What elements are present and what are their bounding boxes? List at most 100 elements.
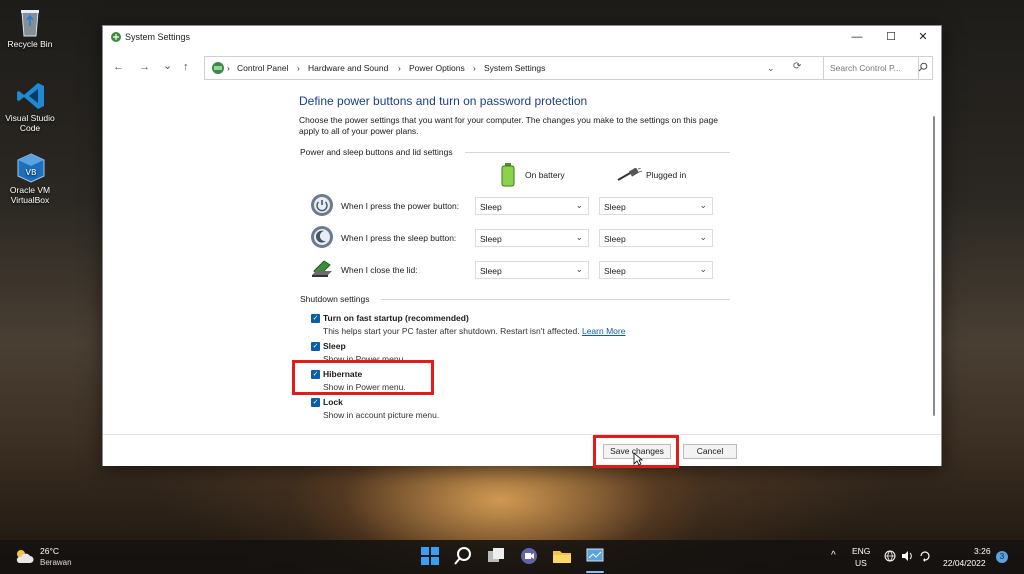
back-button[interactable]: ← [113,61,124,73]
control-panel-icon [211,61,225,77]
task-view-icon[interactable] [486,546,508,568]
sleep-button-plugged-select[interactable]: Sleep ⌄ [599,229,713,247]
weather-temperature: 26°C [40,546,59,556]
title-bar[interactable]: System Settings — ☐ ✕ [103,26,941,48]
volume-icon[interactable] [901,550,913,564]
power-button-battery-select[interactable]: Sleep ⌄ [475,197,589,215]
input-region: US [855,558,867,568]
battery-tray-icon[interactable] [918,550,932,564]
svg-text:VB: VB [26,168,37,177]
sleep-checkbox[interactable]: ✓ [311,342,320,351]
clock-date: 22/04/2022 [943,558,986,568]
input-language[interactable]: ENG [852,546,870,556]
divider [381,299,730,300]
address-dropdown-icon[interactable]: ⌄ [767,63,775,74]
recent-locations-button[interactable]: ⌄ [163,59,172,72]
chevron-down-icon: ⌄ [575,232,583,242]
close-lid-plugged-select[interactable]: Sleep ⌄ [599,261,713,279]
chevron-down-icon: ⌄ [699,264,707,274]
breadcrumb-separator: › [227,63,230,73]
vertical-scrollbar[interactable] [932,96,937,421]
scrollbar-thumb[interactable] [933,116,935,416]
search-placeholder: Search Control P... [830,63,901,73]
close-lid-battery-select[interactable]: Sleep ⌄ [475,261,589,279]
refresh-icon[interactable]: ⟳ [793,61,801,72]
select-value: Sleep [480,266,502,276]
row-label-power-button: When I press the power button: [341,201,460,211]
divider [465,152,730,153]
navigation-bar: ← → ⌄ ↑ › Control Panel › Hardware and S… [103,48,941,88]
notification-badge[interactable]: 3 [996,551,1008,563]
row-label-sleep-button: When I press the sleep button: [341,233,457,243]
address-bar[interactable]: › Control Panel › Hardware and Sound › P… [204,56,919,80]
sleep-button-battery-select[interactable]: Sleep ⌄ [475,229,589,247]
plug-icon [616,167,643,184]
row-label-close-lid: When I close the lid: [341,265,418,275]
page-title: Define power buttons and turn on passwor… [299,94,588,108]
window-title: System Settings [125,32,191,42]
search-input[interactable]: Search Control P... [823,56,933,80]
fast-startup-checkbox[interactable]: ✓ [311,314,320,323]
dialog-footer: Save changes Cancel [103,434,941,466]
desktop-icon-recycle-bin[interactable]: Recycle Bin [2,6,58,49]
forward-button[interactable]: → [139,61,150,73]
weather-icon[interactable] [14,547,34,567]
section-shutdown-settings: Shutdown settings [300,294,370,304]
select-value: Sleep [480,234,502,244]
breadcrumb-control-panel[interactable]: Control Panel [237,63,289,73]
desktop-icon-label: Oracle VM VirtualBox [9,185,51,205]
lock-checkbox[interactable]: ✓ [311,398,320,407]
desktop-icon-vscode[interactable]: Visual Studio Code [2,80,58,133]
desktop-icon-label: Recycle Bin [7,39,53,49]
breadcrumb-separator: › [297,63,300,73]
power-button-icon [310,193,334,217]
up-button[interactable]: ↑ [183,61,189,73]
select-value: Sleep [604,234,626,244]
learn-more-link[interactable]: Learn More [582,326,625,336]
power-button-plugged-select[interactable]: Sleep ⌄ [599,197,713,215]
lock-option-description: Show in account picture menu. [323,410,440,420]
select-value: Sleep [480,202,502,212]
battery-icon [501,163,515,189]
section-power-buttons: Power and sleep buttons and lid settings [300,147,453,157]
teams-chat-icon[interactable] [519,546,541,568]
content-area: Define power buttons and turn on passwor… [103,88,941,433]
start-button-icon[interactable] [420,546,442,568]
sleep-button-icon [310,225,334,249]
column-on-battery: On battery [525,170,565,180]
fast-startup-description: This helps start your PC faster after sh… [323,326,625,336]
cancel-button[interactable]: Cancel [683,444,737,459]
close-button[interactable]: ✕ [905,26,941,48]
breadcrumb-separator: › [473,63,476,73]
breadcrumb-power-options[interactable]: Power Options [409,63,465,73]
chevron-down-icon: ⌄ [575,264,583,274]
tray-overflow-chevron[interactable]: ^ [831,550,836,561]
network-icon[interactable] [884,550,896,564]
breadcrumb-separator: › [398,63,401,73]
system-settings-window: System Settings — ☐ ✕ ← → ⌄ ↑ › Control … [102,25,942,466]
mouse-cursor-icon [633,452,644,468]
virtualbox-icon: VB [15,152,45,183]
control-panel-taskbar-icon[interactable] [585,546,607,568]
minimize-button[interactable]: — [839,26,875,48]
power-options-icon [110,31,122,45]
breadcrumb-hardware-and-sound[interactable]: Hardware and Sound [308,63,388,73]
laptop-lid-icon [310,257,334,281]
fast-startup-sub: This helps start your PC faster after sh… [323,326,580,336]
breadcrumb-system-settings[interactable]: System Settings [484,63,545,73]
sleep-option-label[interactable]: Sleep [323,341,346,351]
lock-option-label[interactable]: Lock [323,397,343,407]
file-explorer-icon[interactable] [552,546,574,568]
recycle-bin-icon [15,6,45,37]
desktop-icon-virtualbox[interactable]: VB Oracle VM VirtualBox [2,152,58,205]
clock-time[interactable]: 3:26 [974,546,991,556]
search-icon[interactable] [453,546,475,568]
column-plugged-in: Plugged in [646,170,687,180]
hibernate-highlight-box [292,360,434,395]
taskbar: 26°C Berawan ^ ENG US 3:26 22/04/2022 3 [0,540,1024,574]
vscode-icon [15,80,45,110]
maximize-button[interactable]: ☐ [873,26,909,48]
search-icon[interactable] [918,62,928,74]
active-app-indicator [586,571,604,573]
fast-startup-label[interactable]: Turn on fast startup (recommended) [323,313,469,323]
